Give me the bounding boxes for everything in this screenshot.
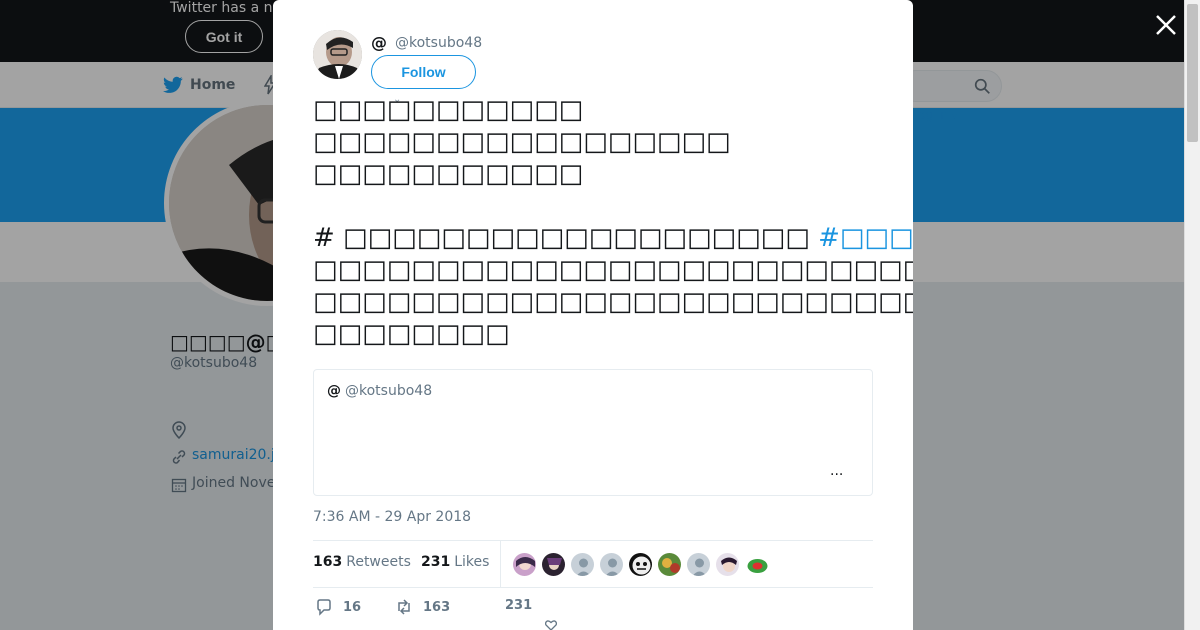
retweets-label: Retweets	[346, 554, 411, 570]
avatar-photo	[313, 30, 362, 79]
liker-avatar[interactable]	[570, 552, 595, 577]
likes-count: 231	[421, 554, 451, 570]
tweet-line: □□□□□□□□□□□	[313, 95, 584, 125]
tweet-line: □□□□□□□□□□□□□□□□□□□□□□□□□□□□yahoo□□□	[313, 255, 913, 285]
liker-avatar[interactable]	[715, 552, 740, 577]
tweet-line	[313, 190, 913, 222]
reply-count: 16	[343, 599, 362, 615]
liker-avatar[interactable]	[657, 552, 682, 577]
tweet-line: # □□□□□□□□□□□□□□□□□□□ #□□□□□□□□□□□□□□ □□…	[313, 222, 913, 254]
liker-avatar[interactable]	[686, 552, 711, 577]
tweet-line: □□□□□□□□□□□□□□□□□□□□□□□□□□□□	[313, 287, 913, 317]
scrollbar-thumb[interactable]	[1187, 4, 1198, 142]
reply-button[interactable]: 16	[315, 598, 361, 616]
tweet-line: □□□□□□□□	[313, 319, 510, 349]
retweets-count: 163	[313, 554, 343, 570]
hashtag-link[interactable]: #□□□□□□□□□□□□□□	[818, 223, 913, 253]
retweets-stat[interactable]: 163 Retweets	[313, 554, 411, 570]
liker-avatar[interactable]	[541, 552, 566, 577]
retweet-icon	[398, 599, 410, 615]
tweet-text-segment: # □□□□□□□□□□□□□□□□□□□	[313, 223, 819, 253]
tweet-modal: @ @kotsubo48 Follow ⌄ □□□□□□□□□□□ □□□□□□…	[273, 0, 913, 630]
tweet-line: □□□□□□□□□□□	[313, 159, 584, 189]
liker-avatars	[512, 552, 769, 577]
quoted-tweet-ellipsis: ...	[830, 463, 844, 479]
likes-stat[interactable]: 231 Likes	[421, 554, 489, 570]
follow-button[interactable]: Follow	[371, 55, 476, 89]
heart-icon[interactable]	[545, 620, 557, 630]
liker-avatar[interactable]	[744, 552, 769, 577]
retweet-button[interactable]: 163	[395, 598, 450, 616]
like-button[interactable]: 231	[505, 598, 532, 613]
close-icon[interactable]	[1154, 13, 1178, 37]
tweet-author-name[interactable]: @	[371, 33, 387, 52]
quoted-author-handle: @kotsubo48	[345, 383, 433, 399]
stats-divider	[500, 541, 501, 587]
likes-label: Likes	[454, 554, 490, 570]
tweet-author-avatar[interactable]	[313, 30, 362, 79]
tweet-text: □□□□□□□□□□□ □□□□□□□□□□□□□□□□□ □□□□□□□□□□…	[313, 94, 913, 350]
page-scrollbar[interactable]	[1184, 0, 1200, 630]
tweet-actions: 16 163 231	[315, 598, 875, 630]
reply-icon	[317, 599, 331, 616]
tweet-timestamp[interactable]: 7:36 AM - 29 Apr 2018	[313, 509, 471, 525]
retweet-action-count: 163	[423, 599, 451, 615]
quoted-tweet-card[interactable]: @ @kotsubo48 ...	[313, 369, 873, 496]
liker-avatar[interactable]	[512, 552, 537, 577]
tweet-line: □□□□□□□□□□□□□□□□□	[313, 127, 731, 157]
quoted-author-name: @	[327, 383, 341, 399]
like-action-count: 231	[505, 598, 533, 613]
liker-avatar[interactable]	[628, 552, 653, 577]
liker-avatar[interactable]	[599, 552, 624, 577]
tweet-stats: 163 Retweets 231 Likes	[313, 540, 873, 588]
tweet-author-handle[interactable]: @kotsubo48	[395, 35, 482, 51]
